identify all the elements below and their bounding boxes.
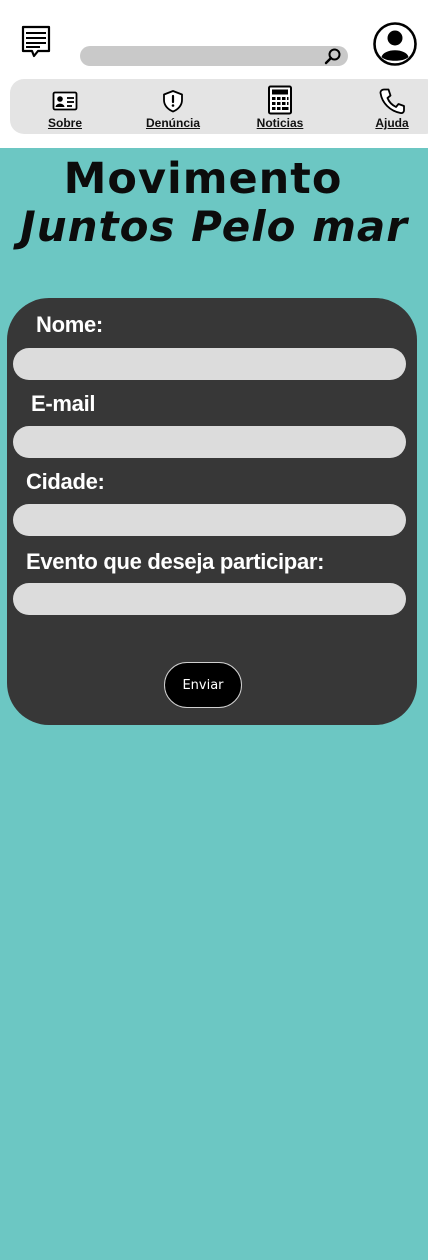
page-subtitle: Juntos Pelo mar: [20, 202, 408, 251]
nav-label-ajuda: Ajuda: [375, 116, 409, 130]
phone-icon: [376, 87, 408, 115]
nav-item-noticias[interactable]: Noticias: [240, 79, 320, 134]
city-field[interactable]: [13, 504, 406, 536]
nav-item-denuncia[interactable]: Denúncia: [133, 79, 213, 134]
city-label: Cidade:: [26, 469, 105, 494]
chat-list-icon[interactable]: [20, 24, 54, 60]
submit-button[interactable]: Enviar: [164, 662, 242, 708]
top-bar: Sobre Denúncia Noticias Ajuda: [0, 0, 428, 148]
email-field[interactable]: [13, 426, 406, 458]
nav-label-denuncia: Denúncia: [145, 116, 200, 130]
nav-label-sobre: Sobre: [47, 116, 82, 130]
email-label: E-mail: [31, 391, 96, 416]
search-bar: [80, 46, 348, 66]
nav-item-ajuda[interactable]: Ajuda: [352, 79, 428, 134]
nav-label-noticias: Noticias: [256, 116, 304, 130]
calculator-icon: [264, 85, 296, 115]
event-label: Evento que deseja participar:: [26, 549, 325, 574]
user-avatar-icon[interactable]: [373, 22, 417, 66]
shield-alert-icon: [157, 87, 189, 115]
id-card-icon: [49, 87, 81, 115]
main-nav: Sobre Denúncia Noticias Ajuda: [10, 79, 428, 134]
search-input[interactable]: [90, 46, 320, 66]
page-title: Movimento: [63, 154, 343, 204]
event-field[interactable]: [13, 583, 406, 615]
name-field[interactable]: [13, 348, 406, 380]
signup-form: Nome: E-mail Cidade: Evento que deseja p…: [7, 298, 417, 725]
search-icon[interactable]: [324, 47, 342, 65]
name-label: Nome:: [36, 312, 103, 337]
nav-item-sobre[interactable]: Sobre: [25, 79, 105, 134]
